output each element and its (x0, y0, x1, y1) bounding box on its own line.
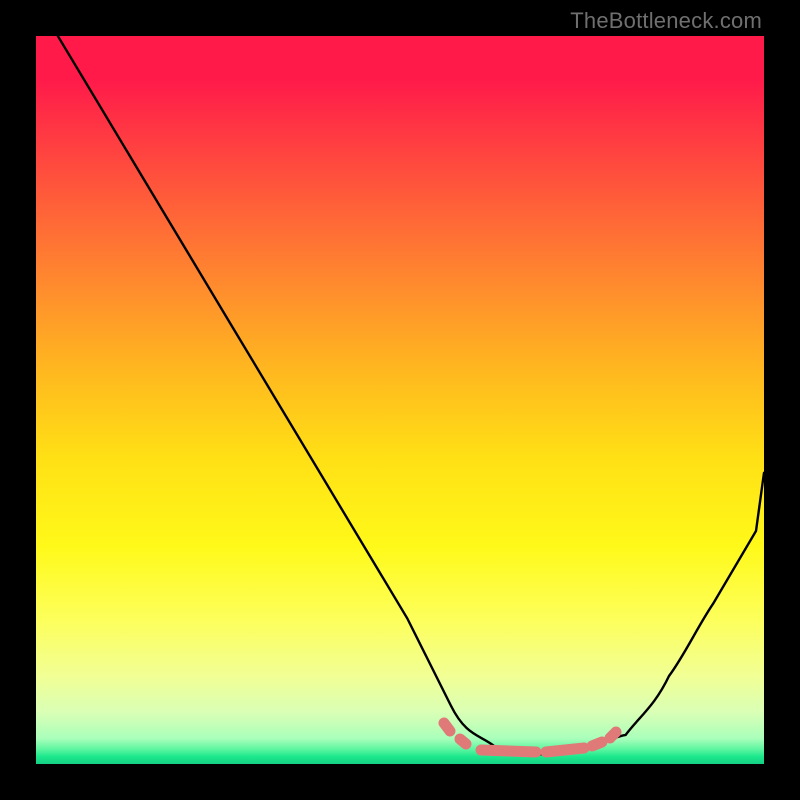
curve-layer (36, 36, 764, 764)
chart-stage: TheBottleneck.com (0, 0, 800, 800)
optimal-region-marker (444, 723, 616, 752)
bottleneck-curve (58, 36, 764, 754)
plot-area (36, 36, 764, 764)
attribution-label: TheBottleneck.com (570, 8, 762, 34)
